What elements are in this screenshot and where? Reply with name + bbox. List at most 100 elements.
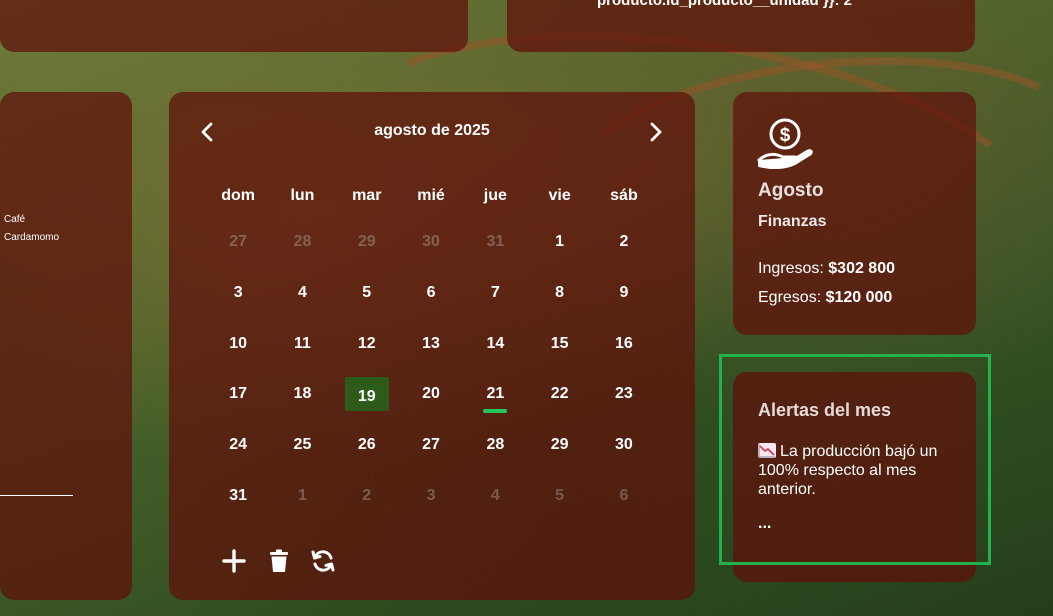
- calendar-day[interactable]: 5: [335, 280, 399, 306]
- calendar-day[interactable]: 6: [399, 280, 463, 306]
- plus-icon: [222, 549, 246, 573]
- calendar-day[interactable]: 18: [270, 381, 334, 407]
- calendar-day-number: 2: [362, 487, 372, 504]
- weekday-label: jue: [483, 187, 507, 204]
- calendar-day-number: 19: [344, 377, 389, 412]
- calendar-day-number: 3: [233, 283, 243, 301]
- calendar-day-number: 10: [229, 334, 248, 352]
- calendar-day[interactable]: 28: [270, 229, 334, 255]
- calendar-day[interactable]: 4: [270, 280, 334, 306]
- calendar-day[interactable]: 12: [335, 331, 399, 357]
- calendar-day[interactable]: 30: [592, 432, 656, 458]
- finance-section-title: Finanzas: [758, 213, 827, 230]
- calendar-day[interactable]: 24: [206, 432, 270, 458]
- finance-month: Agosto: [758, 180, 824, 201]
- calendar-day[interactable]: 2: [592, 229, 656, 255]
- calendar-day-number: 17: [229, 385, 248, 403]
- weekday-label: vie: [548, 187, 571, 204]
- calendar-day-number: 30: [422, 233, 440, 250]
- calendar-day[interactable]: 15: [527, 331, 591, 357]
- calendar-day[interactable]: 16: [592, 331, 656, 357]
- calendar-day[interactable]: 5: [527, 483, 591, 509]
- calendar-day[interactable]: 2: [335, 483, 399, 509]
- calendar-day-number: 26: [357, 436, 376, 454]
- calendar-day[interactable]: 1: [270, 483, 334, 509]
- calendar-week-row: 27 28 29 30 31 1 2: [206, 229, 656, 255]
- calendar-week-row: 17 18 19 20 21 22 23: [206, 377, 656, 414]
- calendar-day-number: 18: [293, 385, 312, 403]
- calendar-day-number: 13: [422, 334, 440, 352]
- calendar-day-number: 23: [615, 385, 633, 403]
- product-name-line2: Cardamomo: [4, 232, 60, 243]
- calendar-day-number: 27: [229, 233, 248, 250]
- calendar-day[interactable]: 7: [463, 280, 527, 306]
- product-unit-text: producto.id_producto__unidad }}: 2: [597, 0, 853, 9]
- calendar-day[interactable]: 19: [335, 377, 399, 412]
- calendar-day-number: 31: [229, 487, 248, 504]
- calendar-day[interactable]: 21: [463, 381, 527, 414]
- calendar-week-row: 10 11 12 13 14 15 16: [206, 331, 656, 357]
- calendar-day[interactable]: 17: [206, 381, 270, 407]
- calendar-day[interactable]: 28: [463, 432, 527, 458]
- calendar-day[interactable]: 13: [399, 331, 463, 357]
- calendar-week-row: 3 4 5 6 7 8 9: [206, 280, 656, 306]
- calendar-day[interactable]: 25: [270, 432, 334, 458]
- calendar-title: agosto de 2025: [374, 122, 490, 139]
- calendar-day[interactable]: 4: [463, 483, 527, 509]
- calendar-day[interactable]: 11: [270, 331, 334, 357]
- calendar-panel: agosto de 2025 dom lun mar mié jue vie s…: [169, 92, 695, 600]
- expense-value: $120 000: [825, 289, 893, 306]
- chevron-right-icon: [650, 122, 662, 142]
- weekday-label: sáb: [610, 187, 638, 204]
- calendar-day-number: 9: [619, 283, 629, 301]
- calendar-day-number: 15: [550, 334, 569, 352]
- calendar-day[interactable]: 30: [399, 229, 463, 255]
- income-value: $302 800: [828, 260, 895, 277]
- calendar-day[interactable]: 9: [592, 280, 656, 306]
- calendar-day[interactable]: 6: [592, 483, 656, 509]
- calendar-day-number: 25: [293, 436, 312, 454]
- add-event-button[interactable]: [221, 548, 247, 574]
- income-label: Ingresos:: [758, 260, 824, 277]
- calendar-day[interactable]: 8: [527, 280, 591, 306]
- calendar-week-row: 31 1 2 3 4 5 6: [206, 483, 656, 509]
- money-hand-icon: $: [757, 118, 813, 170]
- calendar-day-number: 31: [486, 233, 505, 250]
- calendar-day[interactable]: 10: [206, 331, 270, 357]
- calendar-day-number: 20: [422, 385, 440, 403]
- calendar-day[interactable]: 3: [399, 483, 463, 509]
- calendar-day[interactable]: 26: [335, 432, 399, 458]
- calendar-day-number: 3: [426, 487, 436, 504]
- calendar-day[interactable]: 31: [206, 483, 270, 509]
- next-month-button[interactable]: [643, 120, 667, 144]
- calendar-day-number: 29: [550, 436, 569, 454]
- refresh-icon: [311, 550, 335, 572]
- calendar-day-number: 4: [490, 487, 500, 504]
- calendar-day-number: 28: [486, 436, 505, 454]
- calendar-day-number: 30: [615, 436, 633, 454]
- calendar-day[interactable]: 22: [527, 381, 591, 407]
- calendar-day[interactable]: 3: [206, 280, 270, 306]
- calendar-day-number: 4: [297, 283, 307, 301]
- calendar-day[interactable]: 20: [399, 381, 463, 407]
- calendar-week-row: 24 25 26 27 28 29 30: [206, 432, 656, 458]
- calendar-day-number: 7: [490, 283, 500, 301]
- calendar-day[interactable]: 14: [463, 331, 527, 357]
- expense-label: Egresos:: [758, 289, 822, 306]
- calendar-day[interactable]: 1: [527, 229, 591, 255]
- calendar-day-number: 8: [555, 283, 565, 301]
- expense-row: Egresos: $120 000: [758, 289, 892, 307]
- calendar-day[interactable]: 27: [206, 229, 270, 255]
- calendar-day-number: 5: [555, 487, 565, 504]
- calendar-day[interactable]: 29: [335, 229, 399, 255]
- alerts-highlight-border: [719, 354, 991, 565]
- calendar-day[interactable]: 29: [527, 432, 591, 458]
- delete-event-button[interactable]: [266, 548, 292, 574]
- calendar-day[interactable]: 31: [463, 229, 527, 255]
- refresh-button[interactable]: [310, 548, 336, 574]
- divider: [0, 495, 73, 496]
- calendar-day-number: 11: [293, 334, 311, 352]
- finance-card: $ Agosto Finanzas Ingresos: $302 800 Egr…: [733, 92, 976, 335]
- calendar-day[interactable]: 27: [399, 432, 463, 458]
- calendar-day[interactable]: 23: [592, 381, 656, 407]
